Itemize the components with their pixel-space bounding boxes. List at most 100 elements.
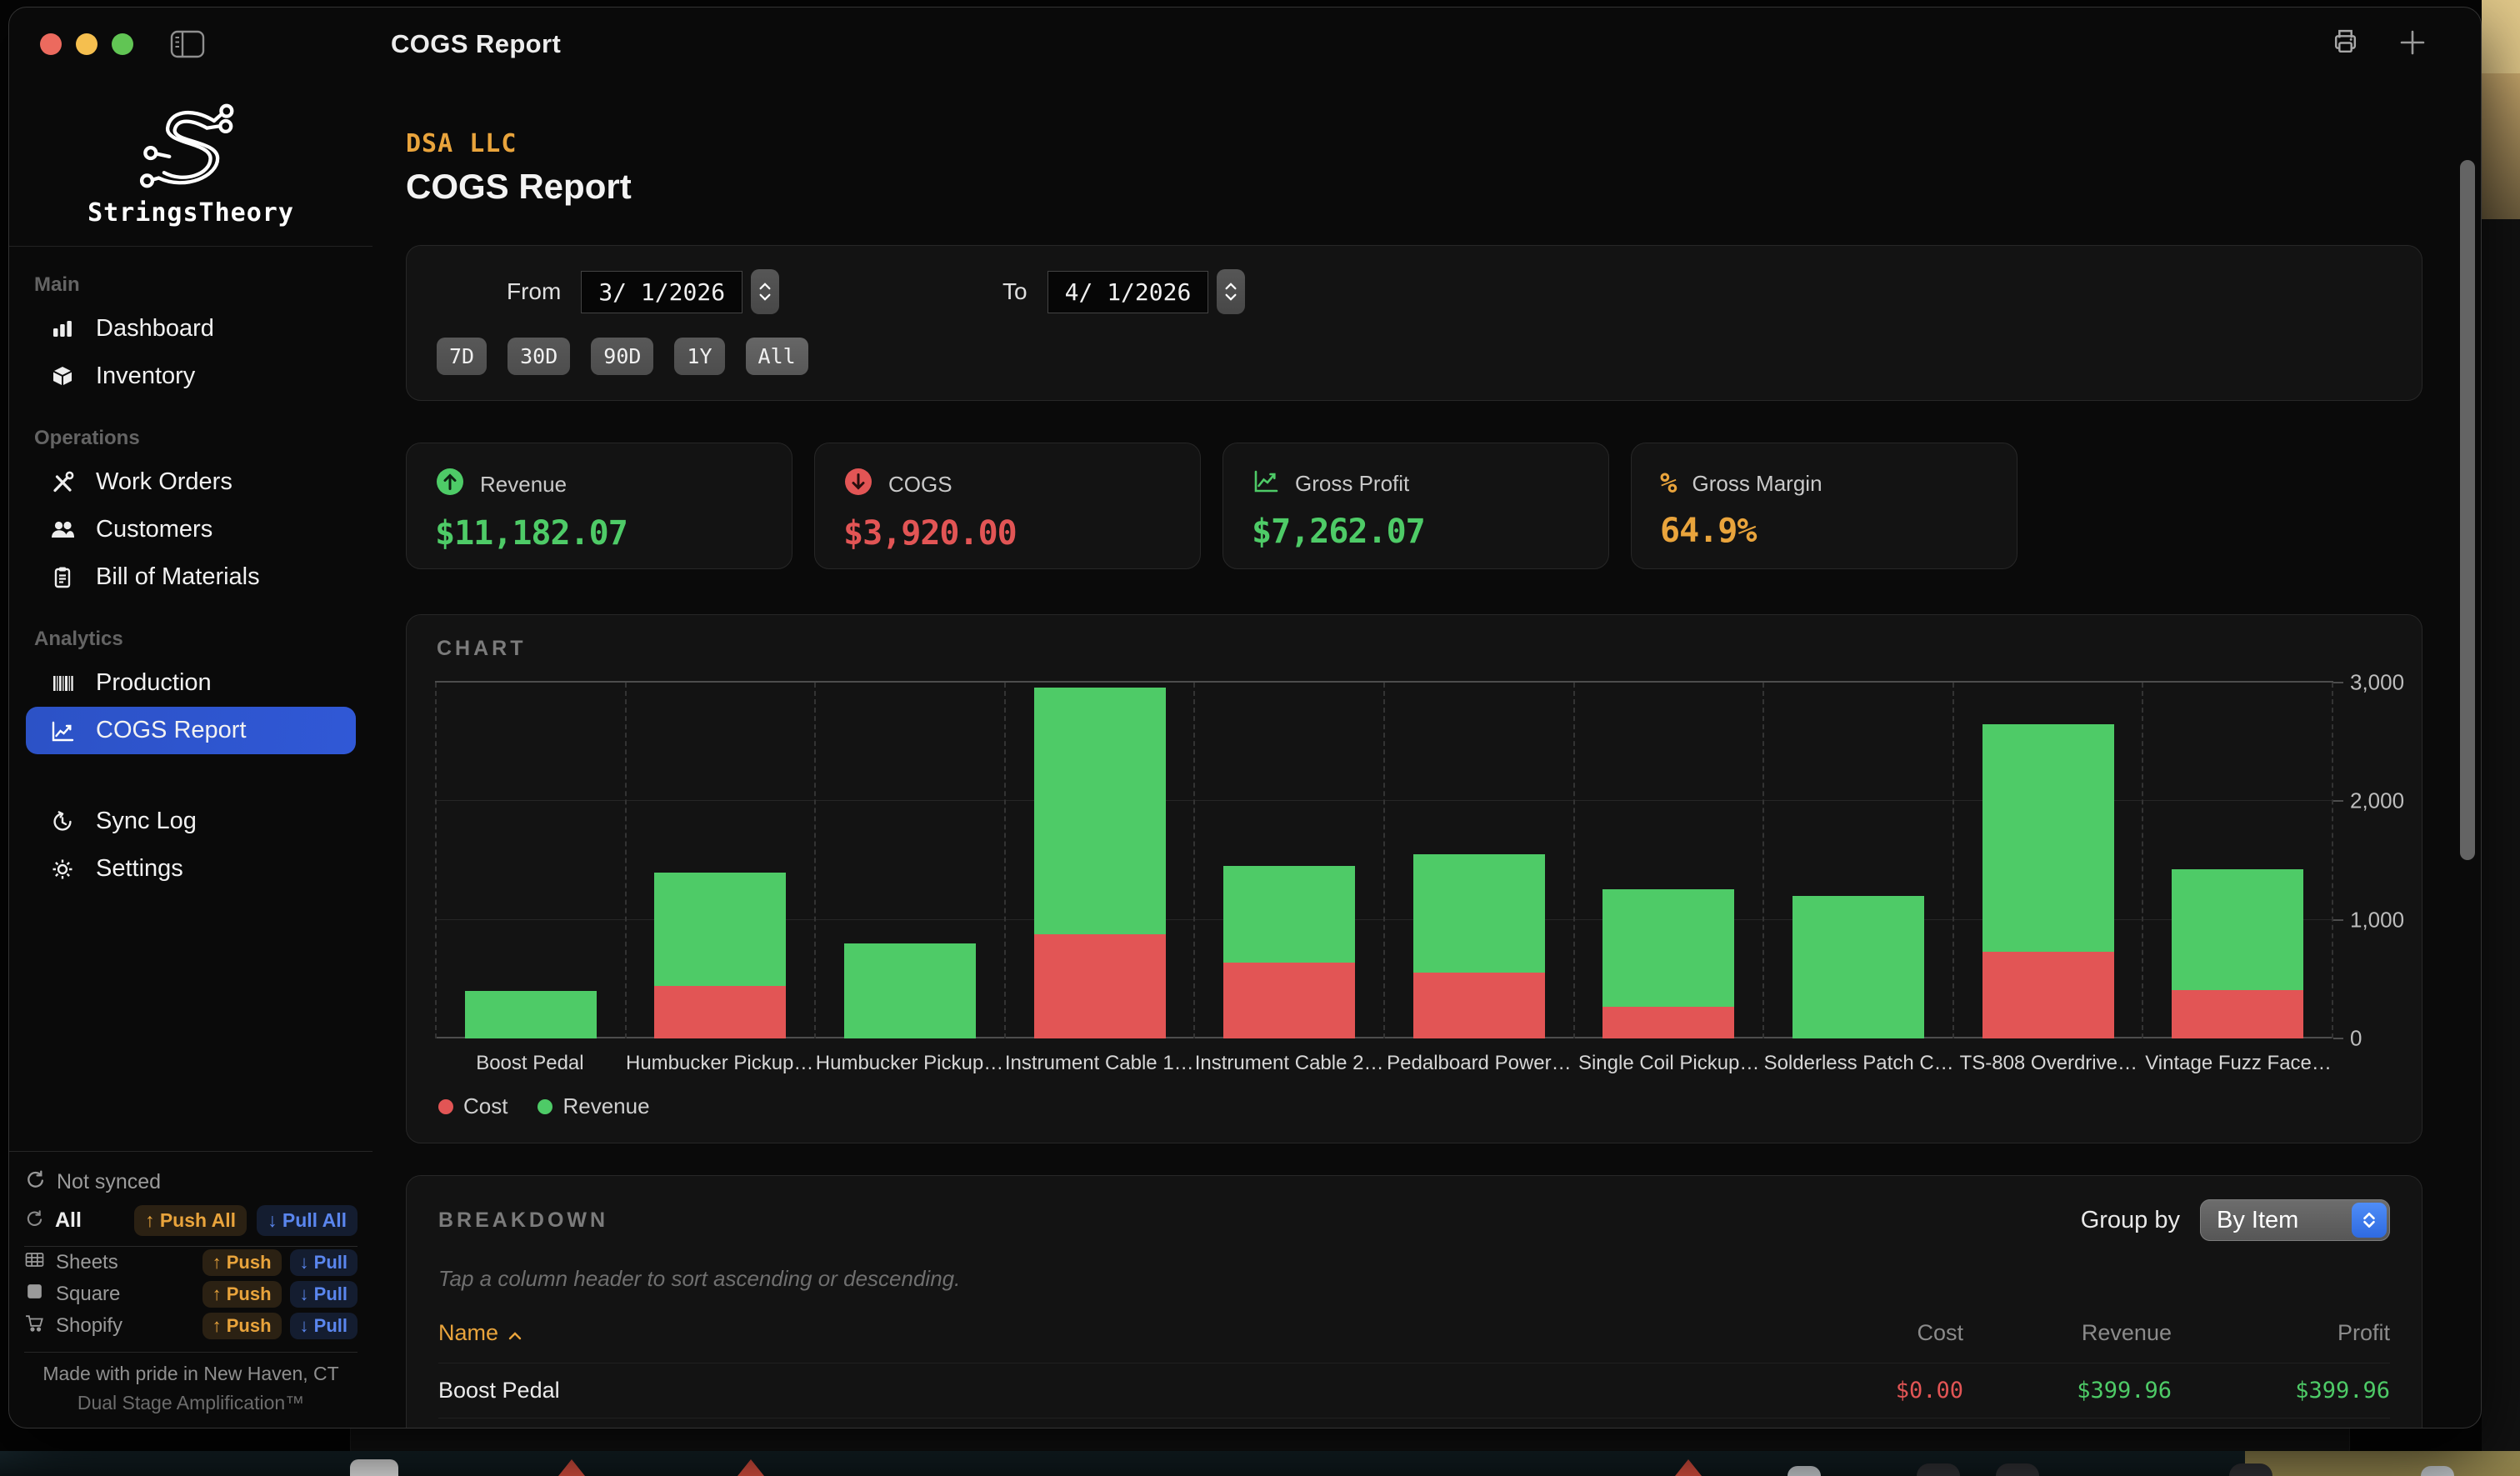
column-header-profit[interactable]: Profit xyxy=(2172,1320,2390,1346)
dock-icon[interactable] xyxy=(2229,1463,2272,1476)
revenue-value: $11,182.07 xyxy=(435,514,763,553)
zoom-button[interactable] xyxy=(112,33,133,55)
chart-bar-slot xyxy=(2142,683,2333,1038)
cost-segment xyxy=(1413,973,1545,1038)
column-header-name[interactable]: Name xyxy=(438,1320,1755,1346)
cost-segment xyxy=(1223,963,1355,1038)
section-label-main: Main xyxy=(34,273,372,297)
dock-icon[interactable] xyxy=(1996,1463,2039,1476)
preset-7d-button[interactable]: 7D xyxy=(437,338,487,375)
sidebar-item-dashboard[interactable]: Dashboard xyxy=(26,305,356,353)
brand-name: StringsTheory xyxy=(9,198,372,228)
divider xyxy=(9,246,372,247)
sidebar: StringsTheory Main Dashboard Inventory O… xyxy=(9,81,372,1428)
chart-bars xyxy=(435,683,2333,1038)
stacked-bar xyxy=(2172,869,2303,1038)
add-icon[interactable] xyxy=(2398,28,2428,62)
breakdown-card: BREAKDOWN Group by By Item Tap a column … xyxy=(406,1175,2422,1428)
minimize-button[interactable] xyxy=(76,33,98,55)
app-logo: StringsTheory xyxy=(9,101,372,228)
stacked-bar xyxy=(1223,866,1355,1038)
dock-icon[interactable] xyxy=(1917,1463,1960,1476)
from-date-input[interactable]: 3/ 1/2026 xyxy=(581,271,742,313)
date-presets: 7D 30D 90D 1Y All xyxy=(437,338,2390,375)
preset-all-button[interactable]: All xyxy=(746,338,808,375)
sidebar-footer: Made with pride in New Haven, CT Dual St… xyxy=(24,1352,358,1428)
chart-card: CHART 01,0002,0003,000 Boost PedalHumbuc… xyxy=(406,614,2422,1143)
chart-bar-slot xyxy=(1383,683,1573,1038)
dock-icon[interactable] xyxy=(558,1459,585,1476)
preset-90d-button[interactable]: 90D xyxy=(591,338,653,375)
pull-shopify-button[interactable]: ↓ Pull xyxy=(290,1313,358,1339)
desktop: COGS Report xyxy=(0,0,2520,1476)
push-shopify-button[interactable]: ↑ Push xyxy=(202,1313,282,1339)
dock-icon[interactable] xyxy=(2421,1466,2454,1476)
push-sheets-button[interactable]: ↑ Push xyxy=(202,1249,282,1276)
chart-bar-slot xyxy=(814,683,1004,1038)
main-content: DSA LLC COGS Report From 3/ 1/2026 To xyxy=(372,81,2481,1428)
bar-chart-icon xyxy=(49,317,76,342)
vertical-scrollbar[interactable] xyxy=(2460,160,2475,860)
stacked-bar xyxy=(1413,854,1545,1038)
chart-y-axis: 01,0002,0003,000 xyxy=(2333,683,2422,1038)
from-date-stepper[interactable] xyxy=(751,269,779,314)
metric-revenue: Revenue $11,182.07 xyxy=(406,443,792,569)
x-axis-label: Instrument Cable 2… xyxy=(1194,1052,1384,1075)
sidebar-item-bill-of-materials[interactable]: Bill of Materials xyxy=(26,553,356,601)
dock-icon[interactable] xyxy=(350,1459,398,1476)
to-date-input[interactable]: 4/ 1/2026 xyxy=(1048,271,1209,313)
revenue-segment xyxy=(2172,869,2303,990)
chart-section-label: CHART xyxy=(437,637,2422,661)
legend-item: Revenue xyxy=(538,1093,649,1119)
column-header-cost[interactable]: Cost xyxy=(1755,1320,1963,1346)
sidebar-item-customers[interactable]: Customers xyxy=(26,506,356,553)
group-by-select[interactable]: By Item xyxy=(2200,1199,2390,1241)
sidebar-item-work-orders[interactable]: Work Orders xyxy=(26,458,356,506)
row-name: Boost Pedal xyxy=(438,1378,1755,1403)
pull-square-button[interactable]: ↓ Pull xyxy=(290,1281,358,1308)
print-icon[interactable] xyxy=(2330,27,2361,62)
barcode-icon xyxy=(49,671,76,696)
legend-dot xyxy=(538,1099,552,1114)
tools-icon xyxy=(49,470,76,495)
column-header-revenue[interactable]: Revenue xyxy=(1963,1320,2172,1346)
clipboard-icon xyxy=(49,565,76,590)
push-all-button[interactable]: ↑ Push All xyxy=(134,1205,247,1236)
x-axis-label: Humbucker Pickup… xyxy=(815,1052,1005,1075)
cogs-value: $3,920.00 xyxy=(843,514,1172,553)
close-button[interactable] xyxy=(40,33,62,55)
footer-made-in: Made with pride in New Haven, CT xyxy=(24,1363,358,1385)
preset-1y-button[interactable]: 1Y xyxy=(674,338,724,375)
sidebar-item-inventory[interactable]: Inventory xyxy=(26,353,356,400)
dock-icon[interactable] xyxy=(1788,1466,1821,1476)
dock[interactable] xyxy=(0,1451,2520,1476)
pull-all-button[interactable]: ↓ Pull All xyxy=(257,1205,358,1236)
sync-all-row: All ↑ Push All ↓ Pull All xyxy=(24,1200,358,1247)
sidebar-item-production[interactable]: Production xyxy=(26,659,356,707)
history-icon xyxy=(49,809,76,834)
sidebar-toggle-icon[interactable] xyxy=(170,30,205,58)
preset-30d-button[interactable]: 30D xyxy=(508,338,570,375)
sidebar-item-cogs-report[interactable]: COGS Report xyxy=(26,707,356,754)
sidebar-item-settings[interactable]: Settings xyxy=(26,845,356,893)
x-axis-label: Single Coil Pickup… xyxy=(1574,1052,1764,1075)
pull-sheets-button[interactable]: ↓ Pull xyxy=(290,1249,358,1276)
sync-service-shopify: Shopify ↑ Push ↓ Pull xyxy=(24,1310,358,1342)
sync-service-sheets: Sheets ↑ Push ↓ Pull xyxy=(24,1247,358,1278)
dock-icon[interactable] xyxy=(738,1459,764,1476)
trend-down-circle-icon xyxy=(843,467,873,503)
stacked-bar xyxy=(844,943,976,1038)
push-square-button[interactable]: ↑ Push xyxy=(202,1281,282,1308)
grid-icon xyxy=(24,1249,45,1276)
sidebar-item-sync-log[interactable]: Sync Log xyxy=(26,798,356,845)
x-axis-label: Solderless Patch C… xyxy=(1764,1052,1954,1075)
to-date-stepper[interactable] xyxy=(1217,269,1245,314)
sync-status: Not synced xyxy=(24,1162,358,1200)
window-title: COGS Report xyxy=(391,29,561,59)
section-label-analytics: Analytics xyxy=(34,628,372,651)
x-axis-label: Vintage Fuzz Face… xyxy=(2143,1052,2333,1075)
chart-bar-slot xyxy=(625,683,815,1038)
row-revenue: $399.96 xyxy=(1963,1378,2172,1403)
dock-icon[interactable] xyxy=(1675,1459,1702,1476)
chart-bar-slot xyxy=(1004,683,1194,1038)
